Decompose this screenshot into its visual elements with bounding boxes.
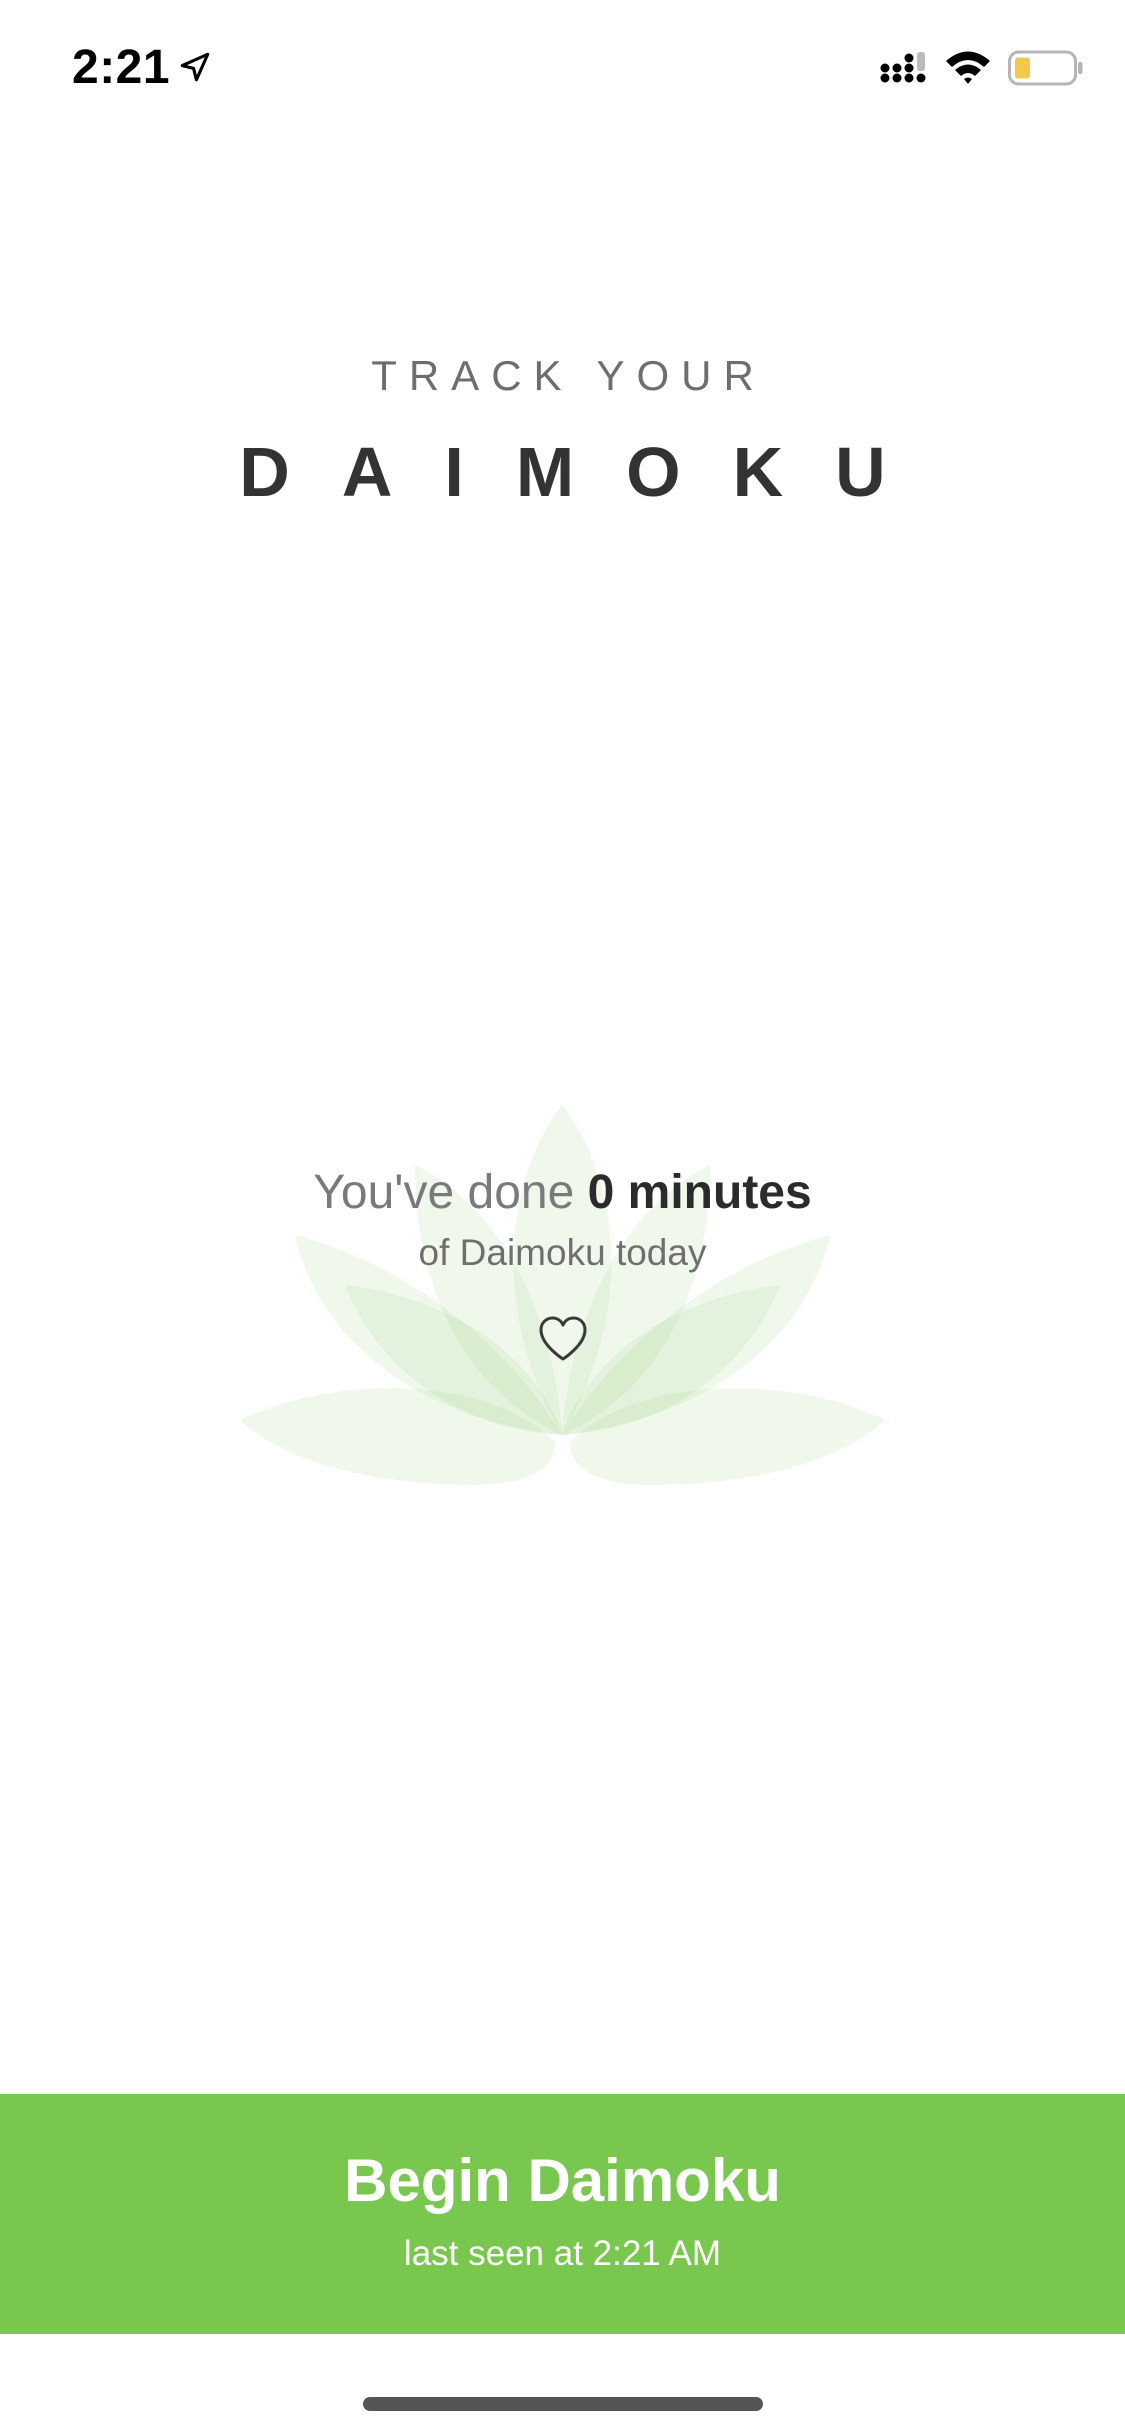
begin-daimoku-label: Begin Daimoku — [344, 2147, 781, 2214]
battery-icon — [1008, 50, 1083, 86]
location-arrow-icon — [180, 52, 210, 82]
header-subtitle: TRACK YOUR — [371, 352, 766, 399]
lotus-icon — [240, 1105, 885, 1485]
status-time: 2:21 — [72, 41, 171, 94]
heart-outline-icon[interactable] — [537, 1315, 589, 1363]
wifi-icon — [946, 51, 990, 84]
summary-suffix: of Daimoku today — [418, 1232, 707, 1273]
minutes-count: 0 minutes — [587, 1166, 812, 1219]
header-title: DAIMOKU — [239, 433, 938, 511]
minutes-summary: You've done 0 minutes — [0, 1165, 1125, 1220]
last-seen-label: last seen at 2:21 AM — [403, 2234, 722, 2273]
cellular-signal-icon — [880, 52, 926, 83]
summary-prefix: You've done — [313, 1166, 575, 1219]
begin-daimoku-button[interactable]: Begin Daimoku last seen at 2:21 AM — [0, 2094, 1125, 2334]
home-indicator[interactable] — [363, 2397, 763, 2411]
status-bar: 2:21 — [0, 0, 1125, 135]
